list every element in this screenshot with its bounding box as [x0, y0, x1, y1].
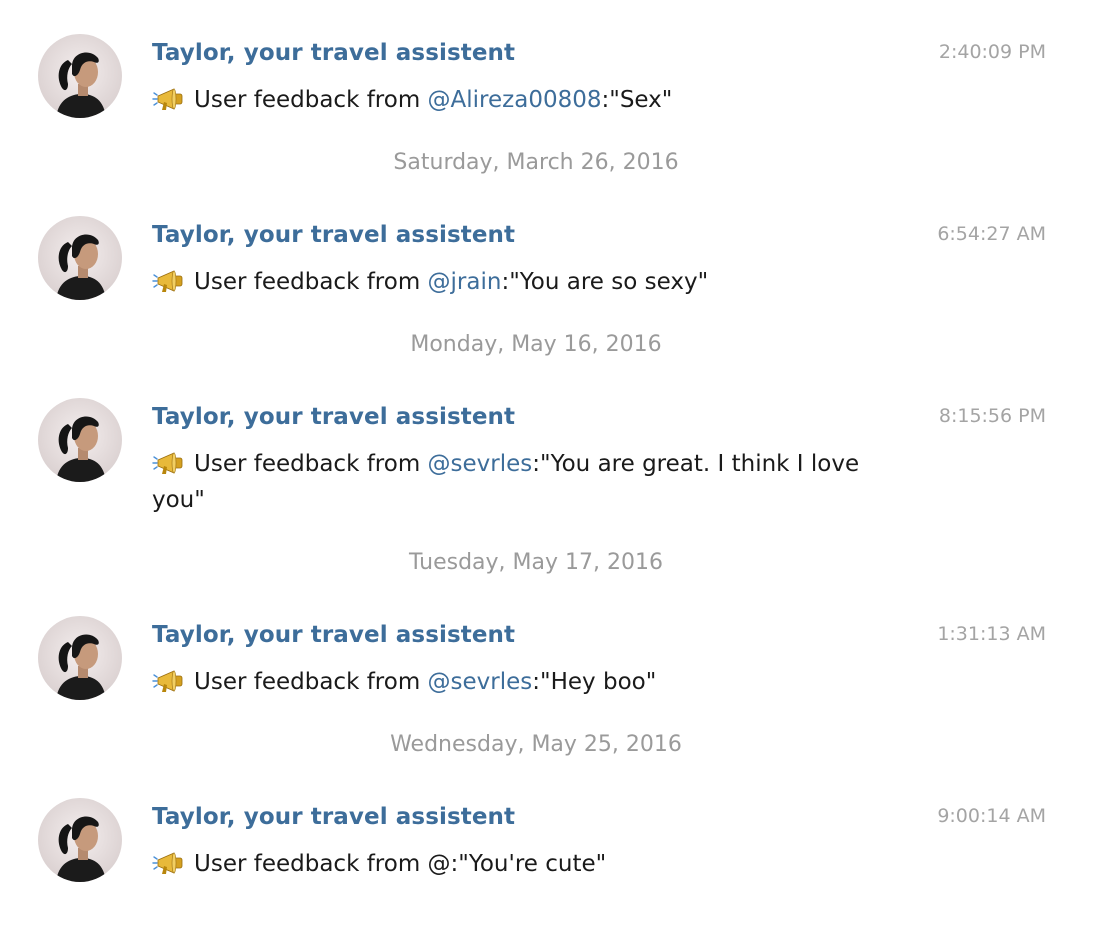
sender-name[interactable]: Taylor, your travel assistent: [152, 40, 515, 66]
date-separator: Monday, May 16, 2016: [410, 332, 662, 357]
avatar-photo-icon[interactable]: [38, 616, 122, 700]
message-text: User feedback from @jrain:"You are so se…: [152, 264, 882, 300]
user-mention-link[interactable]: @jrain: [428, 269, 502, 295]
date-separator: Saturday, March 26, 2016: [393, 150, 679, 175]
avatar-photo-icon[interactable]: [38, 398, 122, 482]
avatar-photo-icon[interactable]: [38, 34, 122, 118]
message-item: Taylor, your travel assistent 1:31:13 AM…: [0, 616, 1104, 706]
user-mention-link[interactable]: @sevrles: [428, 669, 533, 695]
message-item: Taylor, your travel assistent 2:40:09 PM…: [0, 34, 1104, 124]
message-item: Taylor, your travel assistent 8:15:56 PM…: [0, 398, 1104, 518]
message-text: User feedback from @sevrles:"You are gre…: [152, 446, 882, 518]
message-prefix: User feedback from: [194, 451, 428, 477]
sender-name[interactable]: Taylor, your travel assistent: [152, 222, 515, 248]
message-text: User feedback from @Alireza00808:"Sex": [152, 82, 882, 118]
message-suffix: :"You are so sexy": [501, 269, 709, 295]
megaphone-icon: [152, 85, 188, 113]
megaphone-icon: [152, 849, 188, 877]
message-item: Taylor, your travel assistent 6:54:27 AM…: [0, 216, 1104, 306]
sender-name[interactable]: Taylor, your travel assistent: [152, 622, 515, 648]
message-suffix: :"Hey boo": [532, 669, 657, 695]
message-suffix: :"Sex": [601, 87, 673, 113]
message-prefix: User feedback from: [194, 87, 428, 113]
megaphone-icon: [152, 449, 188, 477]
message-timestamp: 2:40:09 PM: [938, 41, 1046, 63]
message-timestamp: 1:31:13 AM: [937, 623, 1046, 645]
megaphone-icon: [152, 267, 188, 295]
message-prefix: User feedback from: [194, 269, 428, 295]
message-text: User feedback from @:"You're cute": [152, 846, 882, 882]
message-timestamp: 9:00:14 AM: [937, 805, 1046, 827]
message-timestamp: 6:54:27 AM: [937, 223, 1046, 245]
message-text: User feedback from @sevrles:"Hey boo": [152, 664, 882, 700]
sender-name[interactable]: Taylor, your travel assistent: [152, 404, 515, 430]
megaphone-icon: [152, 667, 188, 695]
user-mention-link[interactable]: @sevrles: [428, 451, 533, 477]
message-prefix: User feedback from: [194, 669, 428, 695]
date-separator: Tuesday, May 17, 2016: [409, 550, 663, 575]
date-separator: Wednesday, May 25, 2016: [390, 732, 682, 757]
user-mention-link[interactable]: @Alireza00808: [428, 87, 602, 113]
message-timestamp: 8:15:56 PM: [938, 405, 1046, 427]
message-item: Taylor, your travel assistent 9:00:14 AM…: [0, 798, 1104, 888]
avatar-photo-icon[interactable]: [38, 216, 122, 300]
message-prefix: User feedback from @:"You're cute": [194, 851, 607, 877]
sender-name[interactable]: Taylor, your travel assistent: [152, 804, 515, 830]
avatar-photo-icon[interactable]: [38, 798, 122, 882]
